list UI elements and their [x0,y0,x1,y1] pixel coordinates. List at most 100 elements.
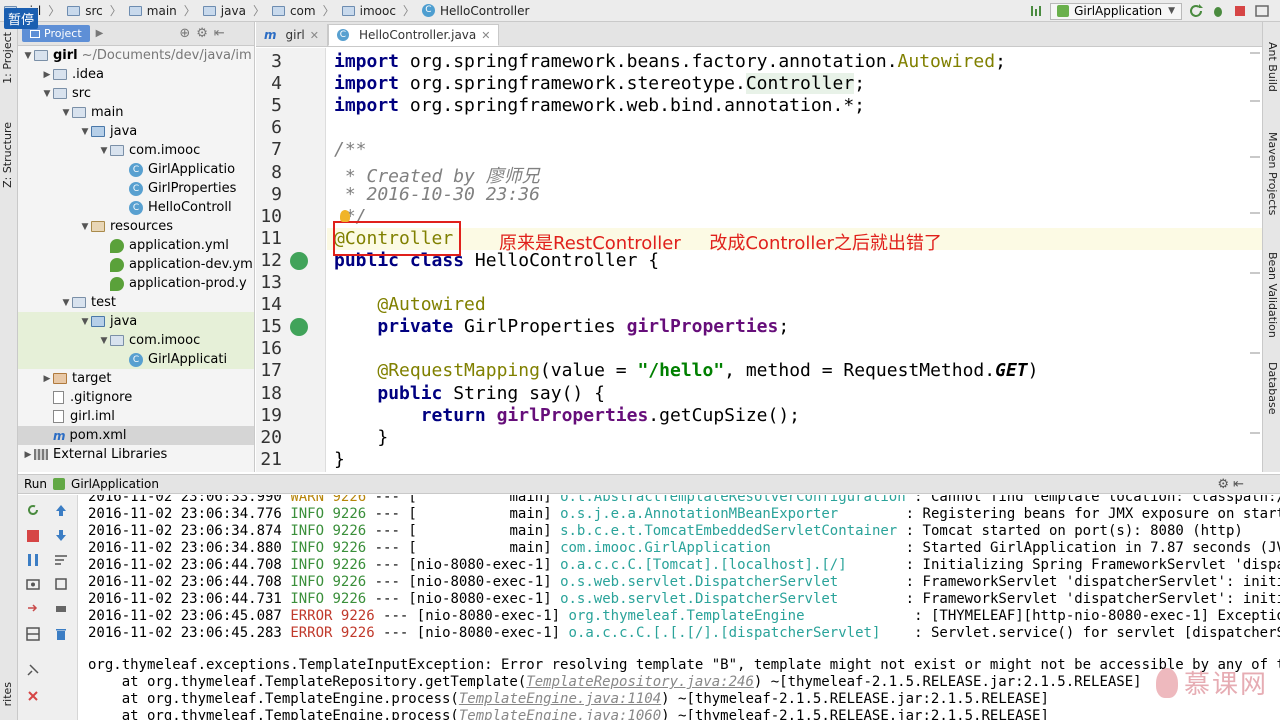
code-line[interactable]: public String say() { [334,383,605,404]
chevron-right-icon[interactable]: ▶ [96,28,104,39]
code-line[interactable]: private GirlProperties girlProperties; [334,316,789,337]
code-line[interactable]: import org.springframework.web.bind.anno… [334,95,865,116]
soft-wrap-icon[interactable] [54,553,68,567]
scroll-to-end-icon[interactable] [54,577,68,591]
layout-icon[interactable] [26,627,40,641]
tree-item[interactable]: C GirlApplicati [18,350,254,369]
code-line[interactable]: return girlProperties.getCupSize(); [334,405,800,426]
close-icon[interactable]: ✕ [481,29,490,42]
settings-icon[interactable] [1254,3,1270,19]
trash-icon[interactable] [54,627,68,641]
exit-icon[interactable] [26,601,40,615]
breadcrumb-item[interactable]: C HelloController [418,4,533,18]
tree-item[interactable]: ▼ com.imooc [18,141,254,160]
source-link[interactable]: TemplateEngine.java:1060 [459,708,661,720]
tree-item[interactable]: girl.iml [18,407,254,426]
code-line[interactable]: @Autowired [334,294,485,315]
tree-item[interactable]: ▼ com.imooc [18,331,254,350]
exception-line[interactable]: org.thymeleaf.exceptions.TemplateInputEx… [88,657,1280,674]
build-icon[interactable] [1028,3,1044,19]
chevron-down-icon[interactable]: ▼ [60,108,72,118]
code-line[interactable]: import org.springframework.beans.factory… [334,51,1006,72]
exception-line[interactable]: at org.thymeleaf.TemplateEngine.process(… [88,691,1049,708]
chevron-down-icon[interactable]: ▼ [60,298,72,308]
stop-icon[interactable] [1232,3,1248,19]
favorites-tool-tab[interactable]: rites [1,682,17,706]
tree-item[interactable]: ▼ java [18,122,254,141]
rerun-icon[interactable] [26,503,40,517]
tree-item[interactable]: ▼ girl ~/Documents/dev/java/im [18,46,254,65]
tree-item[interactable]: ▼ java [18,312,254,331]
source-link[interactable]: TemplateRepository.java:246 [526,674,754,690]
breadcrumb-item[interactable]: src [63,4,107,18]
run-tab-label[interactable]: GirlApplication [71,477,159,491]
log-line[interactable]: 2016-11-02 23:06:34.776 INFO 9226 --- [ … [88,506,1280,523]
tree-item[interactable]: ▶ target [18,369,254,388]
chevron-down-icon[interactable]: ▼ [79,222,91,232]
settings-icon[interactable]: ⚙ [196,26,208,41]
chevron-right-icon[interactable]: ▶ [41,374,53,384]
arrow-down-icon[interactable] [54,529,68,543]
editor-scrollbar[interactable] [1250,52,1260,468]
tree-item[interactable]: ▼ src [18,84,254,103]
code-line[interactable]: * 2016-10-30 23:36 [334,184,540,205]
log-line[interactable]: 2016-11-02 23:06:33.990 WARN 9226 --- [ … [88,495,1280,506]
tree-item[interactable]: application-dev.ym [18,255,254,274]
close-icon[interactable] [26,689,40,703]
breadcrumb-item[interactable]: java [199,4,250,18]
chevron-down-icon[interactable]: ▼ [98,146,110,156]
tree-item[interactable]: application.yml [18,236,254,255]
chevron-right-icon[interactable]: ▶ [22,450,34,460]
breadcrumb-item[interactable]: com [268,4,320,18]
tree-item[interactable]: application-prod.y [18,274,254,293]
right-tool-tab[interactable]: Bean Validation [1265,252,1279,338]
chevron-down-icon[interactable]: ▼ [79,317,91,327]
close-icon[interactable]: ✕ [310,29,319,42]
tree-item[interactable]: ▶ .idea [18,65,254,84]
tree-item[interactable]: ▼ main [18,103,254,122]
log-line[interactable]: 2016-11-02 23:06:44.708 INFO 9226 --- [n… [88,574,1280,591]
chevron-down-icon[interactable]: ▼ [22,51,34,61]
code-line[interactable]: } [334,427,388,448]
log-line[interactable]: 2016-11-02 23:06:44.731 INFO 9226 --- [n… [88,591,1280,608]
run-console[interactable]: 2016-11-02 23:06:33.990 WARN 9226 --- [ … [78,495,1280,720]
log-line[interactable]: 2016-11-02 23:06:34.874 INFO 9226 --- [ … [88,523,1243,540]
tree-item[interactable]: C HelloControll [18,198,254,217]
pause-icon[interactable] [26,553,40,567]
tree-item[interactable]: ▼ resources [18,217,254,236]
right-tool-tab[interactable]: Database [1265,362,1279,415]
tree-item[interactable]: m pom.xml [18,426,254,445]
tree-item[interactable]: .gitignore [18,388,254,407]
rerun-icon[interactable] [1188,3,1204,19]
editor-tab[interactable]: m girl ✕ [256,24,328,46]
structure-tool-tab[interactable]: Z: Structure [1,122,17,188]
stop-icon[interactable] [26,529,40,543]
right-tool-tab[interactable]: Maven Projects [1265,132,1279,215]
debug-icon[interactable] [1210,3,1226,19]
run-class-icon[interactable] [290,251,308,270]
code-line[interactable]: } [334,449,345,470]
chevron-right-icon[interactable]: ▶ [41,70,53,80]
print-icon[interactable] [54,601,68,615]
right-tool-tab[interactable]: Ant Build [1265,42,1279,92]
tree-item[interactable]: C GirlApplicatio [18,160,254,179]
chevron-down-icon[interactable]: ▼ [79,127,91,137]
exception-line[interactable]: at org.thymeleaf.TemplateRepository.getT… [88,674,1142,691]
source-link[interactable]: TemplateEngine.java:1104 [459,691,661,707]
code-line[interactable]: @RequestMapping(value = "/hello", method… [334,360,1038,381]
breadcrumb-item[interactable]: imooc [338,4,400,18]
log-line[interactable]: 2016-11-02 23:06:34.880 INFO 9226 --- [ … [88,540,1280,557]
lightbulb-icon[interactable] [340,210,350,222]
tree-item[interactable]: ▼ test [18,293,254,312]
settings-icon[interactable]: ⚙ ⇤ [1217,477,1244,492]
code-editor[interactable]: 3 4 5 6 7 8 9 10 11 12 13 14 15 16 17 18 19 20 21 import o… [256,48,1262,472]
autowired-icon[interactable] [290,318,308,337]
log-line[interactable]: 2016-11-02 23:06:44.708 INFO 9226 --- [n… [88,557,1280,574]
project-tool-tab[interactable]: 1: Project [1,32,17,84]
log-line[interactable]: 2016-11-02 23:06:45.087 ERROR 9226 --- [… [88,608,1280,625]
target-icon[interactable]: ⊕ [179,26,190,41]
arrow-up-icon[interactable] [54,503,68,517]
code-line[interactable]: import org.springframework.stereotype.Co… [334,73,865,95]
hide-icon[interactable]: ⇤ [214,26,225,41]
exception-line[interactable]: at org.thymeleaf.TemplateEngine.process(… [88,708,1049,720]
